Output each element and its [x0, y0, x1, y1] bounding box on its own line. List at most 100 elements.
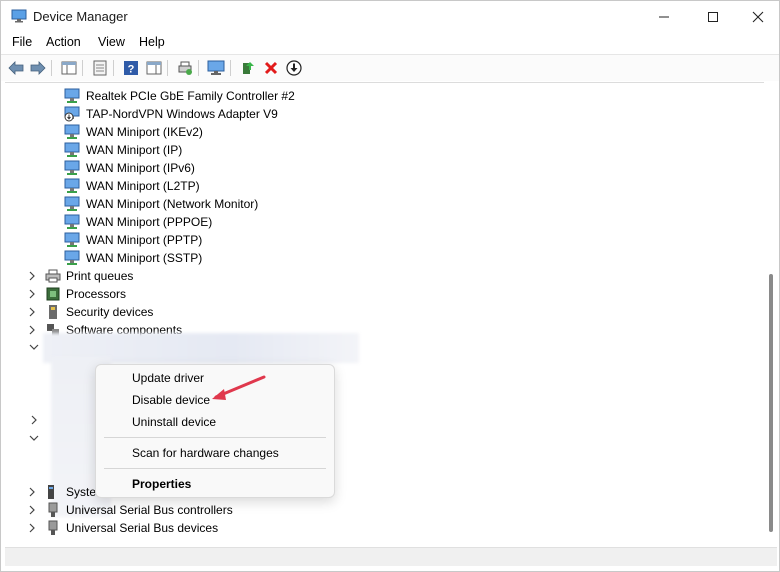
chevron-right-icon: [29, 307, 35, 317]
chevron-down-icon[interactable]: [29, 342, 39, 352]
chevron-right-icon: [29, 523, 35, 533]
menu-help[interactable]: Help: [139, 35, 165, 49]
category-usb-devices[interactable]: Universal Serial Bus devices: [27, 519, 218, 537]
category-label: Security devices: [66, 305, 154, 319]
category-label: Processors: [66, 287, 127, 301]
menu-file[interactable]: File: [12, 35, 32, 49]
category-processors[interactable]: Processors: [27, 285, 126, 303]
processor-icon: [46, 287, 60, 301]
minimize-icon: [659, 16, 669, 18]
network-adapter-icon: [64, 232, 80, 247]
scan-hardware-button[interactable]: [206, 58, 226, 78]
category-security-devices[interactable]: Security devices: [27, 303, 153, 321]
network-adapter-download-icon: [64, 106, 80, 122]
chevron-right-icon[interactable]: [29, 415, 39, 425]
toolbar: ?: [1, 54, 779, 81]
device-manager-app-icon: [11, 9, 27, 23]
console-tree-icon: [61, 61, 77, 75]
action-pane-button[interactable]: [144, 58, 164, 78]
usb-icon: [48, 502, 58, 517]
svg-text:?: ?: [128, 64, 135, 76]
uninstall-toolbar-button[interactable]: [261, 58, 281, 78]
forward-button[interactable]: [28, 58, 48, 78]
network-adapter-label: WAN Miniport (Network Monitor): [86, 197, 259, 211]
category-print-queues[interactable]: Print queues: [27, 267, 133, 285]
network-adapter-label: WAN Miniport (IKEv2): [86, 125, 203, 139]
network-adapter-item[interactable]: WAN Miniport (IP): [63, 141, 182, 159]
usb-icon: [48, 520, 58, 535]
menu-bar: File Action View Help: [1, 33, 779, 53]
update-driver-toolbar-button[interactable]: [238, 58, 258, 78]
print-toolbar-button[interactable]: [175, 58, 195, 78]
printer-icon: [45, 269, 61, 283]
category-usb-controllers[interactable]: Universal Serial Bus controllers: [27, 501, 233, 519]
network-adapter-icon: [64, 178, 80, 193]
menu-separator: [104, 437, 326, 438]
category-label: Universal Serial Bus controllers: [66, 503, 233, 517]
title-bar: Device Manager: [1, 1, 779, 33]
minimize-button[interactable]: [641, 1, 687, 33]
network-adapter-item[interactable]: WAN Miniport (SSTP): [63, 249, 202, 267]
network-adapter-item[interactable]: Realtek PCIe GbE Family Controller #2: [63, 87, 295, 105]
vertical-scrollbar[interactable]: [765, 82, 777, 547]
network-adapter-icon: [64, 214, 80, 229]
help-question-icon: ?: [124, 61, 138, 76]
network-adapter-item[interactable]: WAN Miniport (IPv6): [63, 159, 195, 177]
close-window-button[interactable]: [735, 1, 779, 33]
network-adapter-label: WAN Miniport (IP): [86, 143, 183, 157]
properties-sheet-icon: [93, 60, 107, 76]
network-adapter-icon: [64, 160, 80, 175]
network-adapter-item[interactable]: WAN Miniport (L2TP): [63, 177, 200, 195]
network-adapter-icon: [64, 124, 80, 139]
category-system-devices[interactable]: Syste: [27, 483, 96, 501]
enable-device-toolbar-button[interactable]: [284, 58, 304, 78]
menu-update-driver[interactable]: Update driver: [132, 371, 204, 385]
back-button[interactable]: [6, 58, 26, 78]
network-adapter-icon: [64, 250, 80, 265]
chevron-right-icon: [29, 289, 35, 299]
category-label: Print queues: [66, 269, 134, 283]
network-adapter-item[interactable]: WAN Miniport (IKEv2): [63, 123, 203, 141]
maximize-icon: [708, 12, 718, 22]
menu-disable-device[interactable]: Disable device: [132, 393, 210, 407]
properties-toolbar-button[interactable]: [90, 58, 110, 78]
chevron-right-icon: [29, 325, 35, 335]
printer-scan-icon: [178, 61, 192, 75]
network-adapter-icon: [64, 88, 80, 103]
maximize-button[interactable]: [690, 1, 736, 33]
chevron-down-icon[interactable]: [29, 433, 39, 443]
action-pane-icon: [146, 61, 162, 75]
close-icon: [752, 11, 764, 23]
help-toolbar-button[interactable]: ?: [121, 58, 141, 78]
menu-scan-hardware[interactable]: Scan for hardware changes: [132, 446, 279, 460]
chevron-right-icon: [29, 487, 35, 497]
chevron-right-icon: [29, 505, 35, 515]
network-adapter-item[interactable]: TAP-NordVPN Windows Adapter V9: [63, 105, 278, 123]
scrollbar-thumb[interactable]: [769, 274, 773, 532]
network-adapter-label: WAN Miniport (SSTP): [86, 251, 203, 265]
show-hide-console-tree-button[interactable]: [59, 58, 79, 78]
annotation-arrow-icon: [212, 375, 266, 400]
category-label: Syste: [66, 485, 97, 499]
chevron-right-icon: [29, 271, 35, 281]
network-adapter-icon: [64, 196, 80, 211]
menu-separator: [104, 468, 326, 469]
device-manager-window: Device Manager File Action View Help ? R…: [0, 0, 780, 572]
network-adapter-label: Realtek PCIe GbE Family Controller #2: [86, 89, 295, 103]
network-adapter-icon: [64, 142, 80, 157]
network-adapter-item[interactable]: WAN Miniport (PPPOE): [63, 213, 212, 231]
menu-view[interactable]: View: [98, 35, 125, 49]
menu-action[interactable]: Action: [46, 35, 81, 49]
network-adapter-item[interactable]: WAN Miniport (PPTP): [63, 231, 202, 249]
monitor-scan-icon: [207, 60, 225, 75]
update-driver-icon: [243, 62, 254, 74]
network-adapter-item[interactable]: WAN Miniport (Network Monitor): [63, 195, 258, 213]
status-bar: [5, 547, 777, 566]
menu-properties[interactable]: Properties: [132, 477, 191, 491]
network-adapter-label: WAN Miniport (IPv6): [86, 161, 195, 175]
system-devices-icon: [48, 485, 54, 499]
menu-uninstall-device[interactable]: Uninstall device: [132, 415, 216, 429]
network-adapter-label: WAN Miniport (L2TP): [86, 179, 200, 193]
download-circle-icon: [286, 60, 302, 76]
window-title: Device Manager: [33, 9, 128, 24]
